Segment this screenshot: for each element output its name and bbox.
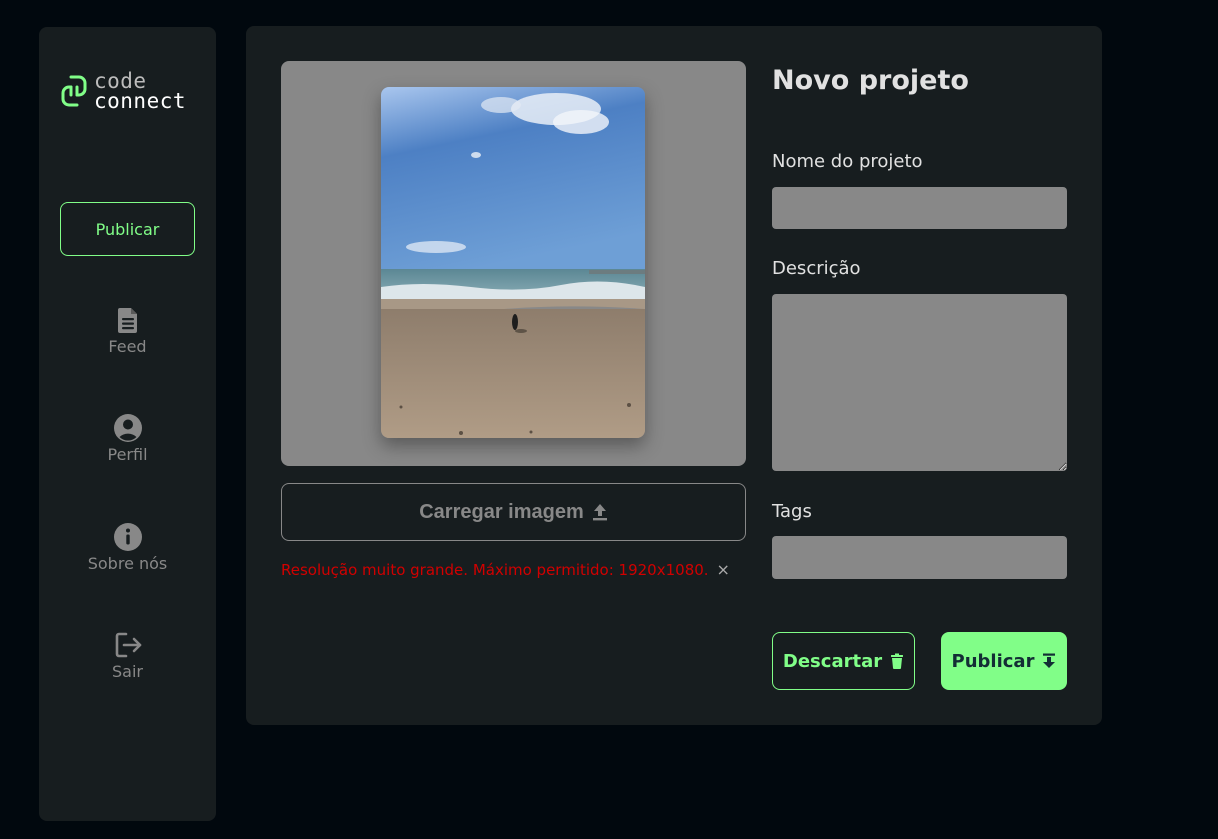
publish-label: Publicar bbox=[951, 650, 1035, 672]
sidebar-item-sair[interactable]: Sair bbox=[39, 630, 216, 681]
sidebar-item-sobre[interactable]: Sobre nós bbox=[39, 522, 216, 573]
download-icon bbox=[1043, 653, 1056, 668]
sidebar: code connect Publicar Feed Perfil Sobre … bbox=[39, 27, 216, 821]
logo-text: code connect bbox=[94, 69, 187, 113]
sidebar-publish-button[interactable]: Publicar bbox=[60, 202, 195, 256]
tags-input[interactable] bbox=[772, 536, 1067, 579]
uploaded-image bbox=[381, 87, 645, 438]
sidebar-item-perfil[interactable]: Perfil bbox=[39, 413, 216, 464]
logo[interactable]: code connect bbox=[57, 69, 187, 113]
info-icon bbox=[113, 523, 142, 551]
sidebar-item-label: Feed bbox=[108, 337, 147, 356]
tags-label: Tags bbox=[772, 501, 812, 522]
upload-icon bbox=[592, 504, 607, 521]
document-icon bbox=[117, 308, 137, 333]
close-icon[interactable]: × bbox=[717, 560, 730, 579]
discard-button[interactable]: Descartar bbox=[772, 632, 915, 690]
new-project-panel: Carregar imagem Resolução muito grande. … bbox=[246, 26, 1102, 725]
sidebar-item-label: Sobre nós bbox=[87, 554, 168, 573]
user-circle-icon bbox=[113, 414, 142, 442]
upload-image-button[interactable]: Carregar imagem bbox=[281, 483, 746, 541]
page-title: Novo projeto bbox=[772, 65, 969, 96]
error-message: Resolução muito grande. Máximo permitido… bbox=[281, 560, 730, 579]
code-connect-logo-icon bbox=[61, 75, 87, 107]
description-textarea[interactable] bbox=[772, 294, 1067, 471]
logout-icon bbox=[115, 632, 141, 658]
description-label: Descrição bbox=[772, 258, 861, 279]
project-name-label: Nome do projeto bbox=[772, 151, 923, 172]
trash-icon bbox=[891, 653, 904, 669]
sidebar-item-feed[interactable]: Feed bbox=[39, 305, 216, 356]
image-preview-area bbox=[281, 61, 746, 466]
project-name-input[interactable] bbox=[772, 187, 1067, 229]
sidebar-item-label: Sair bbox=[112, 662, 143, 681]
upload-image-label: Carregar imagem bbox=[419, 500, 584, 523]
error-text: Resolução muito grande. Máximo permitido… bbox=[281, 560, 709, 579]
publish-button[interactable]: Publicar bbox=[941, 632, 1067, 690]
discard-label: Descartar bbox=[782, 650, 883, 672]
logo-line1: code bbox=[94, 69, 147, 93]
logo-line2: connect bbox=[94, 89, 187, 113]
sidebar-item-label: Perfil bbox=[107, 445, 148, 464]
